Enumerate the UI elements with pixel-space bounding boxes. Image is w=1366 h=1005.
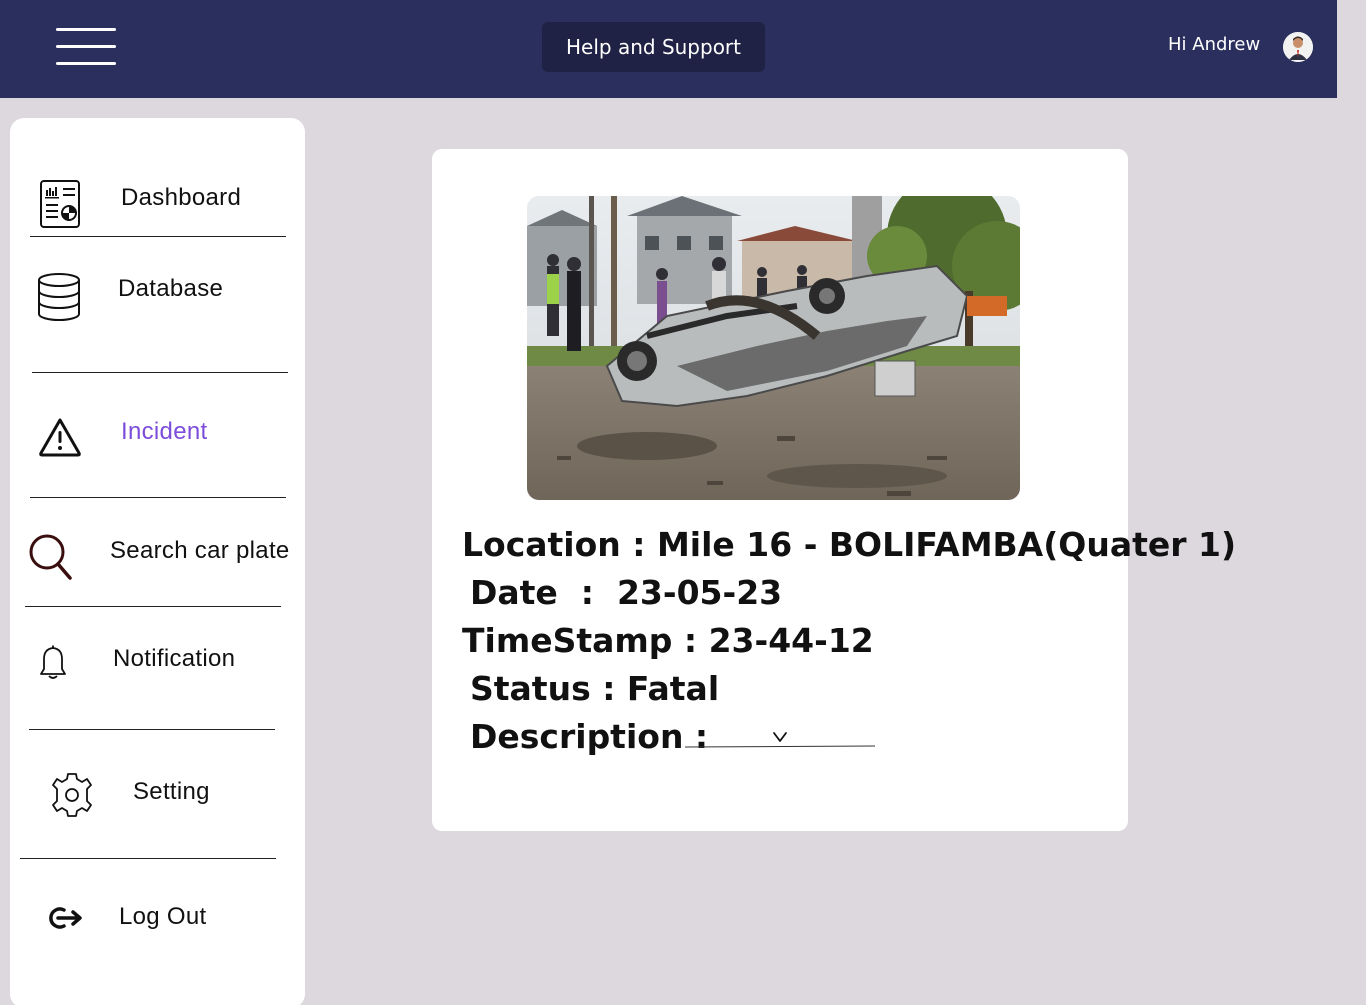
- sidebar-item-log-out[interactable]: Log Out: [10, 883, 305, 963]
- incident-card: Location : Mile 16 - BOLIFAMBA(Quater 1)…: [432, 149, 1236, 831]
- sidebar-item-label: Incident: [121, 418, 208, 445]
- sidebar-item-label: Notification: [113, 645, 236, 672]
- chevron-down-icon: [772, 727, 788, 748]
- divider: [30, 497, 286, 498]
- sidebar-item-dashboard[interactable]: Dashboard: [10, 168, 305, 238]
- search-icon: [28, 533, 74, 585]
- incident-description-label: Description :: [470, 717, 709, 756]
- sidebar-item-database[interactable]: Database: [10, 258, 305, 338]
- dashboard-report-icon: [40, 180, 80, 232]
- top-bar: Help and Support Hi Andrew: [0, 0, 1337, 98]
- bell-icon: [38, 645, 68, 685]
- divider: [30, 236, 286, 237]
- sidebar-item-label: Log Out: [119, 903, 207, 930]
- sidebar-item-search-car-plate[interactable]: Search car plate: [10, 523, 305, 603]
- user-avatar[interactable]: [1283, 32, 1313, 62]
- divider: [29, 729, 275, 730]
- description-dropdown[interactable]: [684, 721, 876, 751]
- sidebar-item-incident[interactable]: Incident: [10, 403, 305, 483]
- help-and-support-button[interactable]: Help and Support: [542, 22, 765, 72]
- incident-timestamp: TimeStamp : 23-44-12: [462, 621, 874, 660]
- sidebar-item-label: Dashboard: [121, 184, 242, 211]
- sidebar: Dashboard Database Incident Search car p…: [10, 118, 305, 1005]
- logout-icon: [48, 905, 84, 935]
- incident-location: Location : Mile 16 - BOLIFAMBA(Quater 1): [462, 525, 1237, 564]
- database-icon: [36, 272, 82, 326]
- sidebar-item-label: Setting: [133, 778, 210, 805]
- divider: [25, 606, 281, 607]
- incident-photo[interactable]: [527, 196, 1020, 500]
- divider: [32, 372, 288, 373]
- sidebar-item-label: Search car plate: [110, 537, 290, 564]
- user-greeting: Hi Andrew: [1168, 34, 1261, 55]
- hamburger-menu-icon[interactable]: [56, 28, 116, 66]
- sidebar-item-label: Database: [118, 275, 224, 302]
- incident-status: Status : Fatal: [470, 669, 720, 708]
- sidebar-item-notification[interactable]: Notification: [10, 633, 305, 713]
- gear-icon: [50, 770, 94, 824]
- sidebar-item-setting[interactable]: Setting: [10, 758, 305, 838]
- divider: [20, 858, 276, 859]
- warning-triangle-icon: [38, 417, 82, 461]
- incident-date: Date : 23-05-23: [470, 573, 783, 612]
